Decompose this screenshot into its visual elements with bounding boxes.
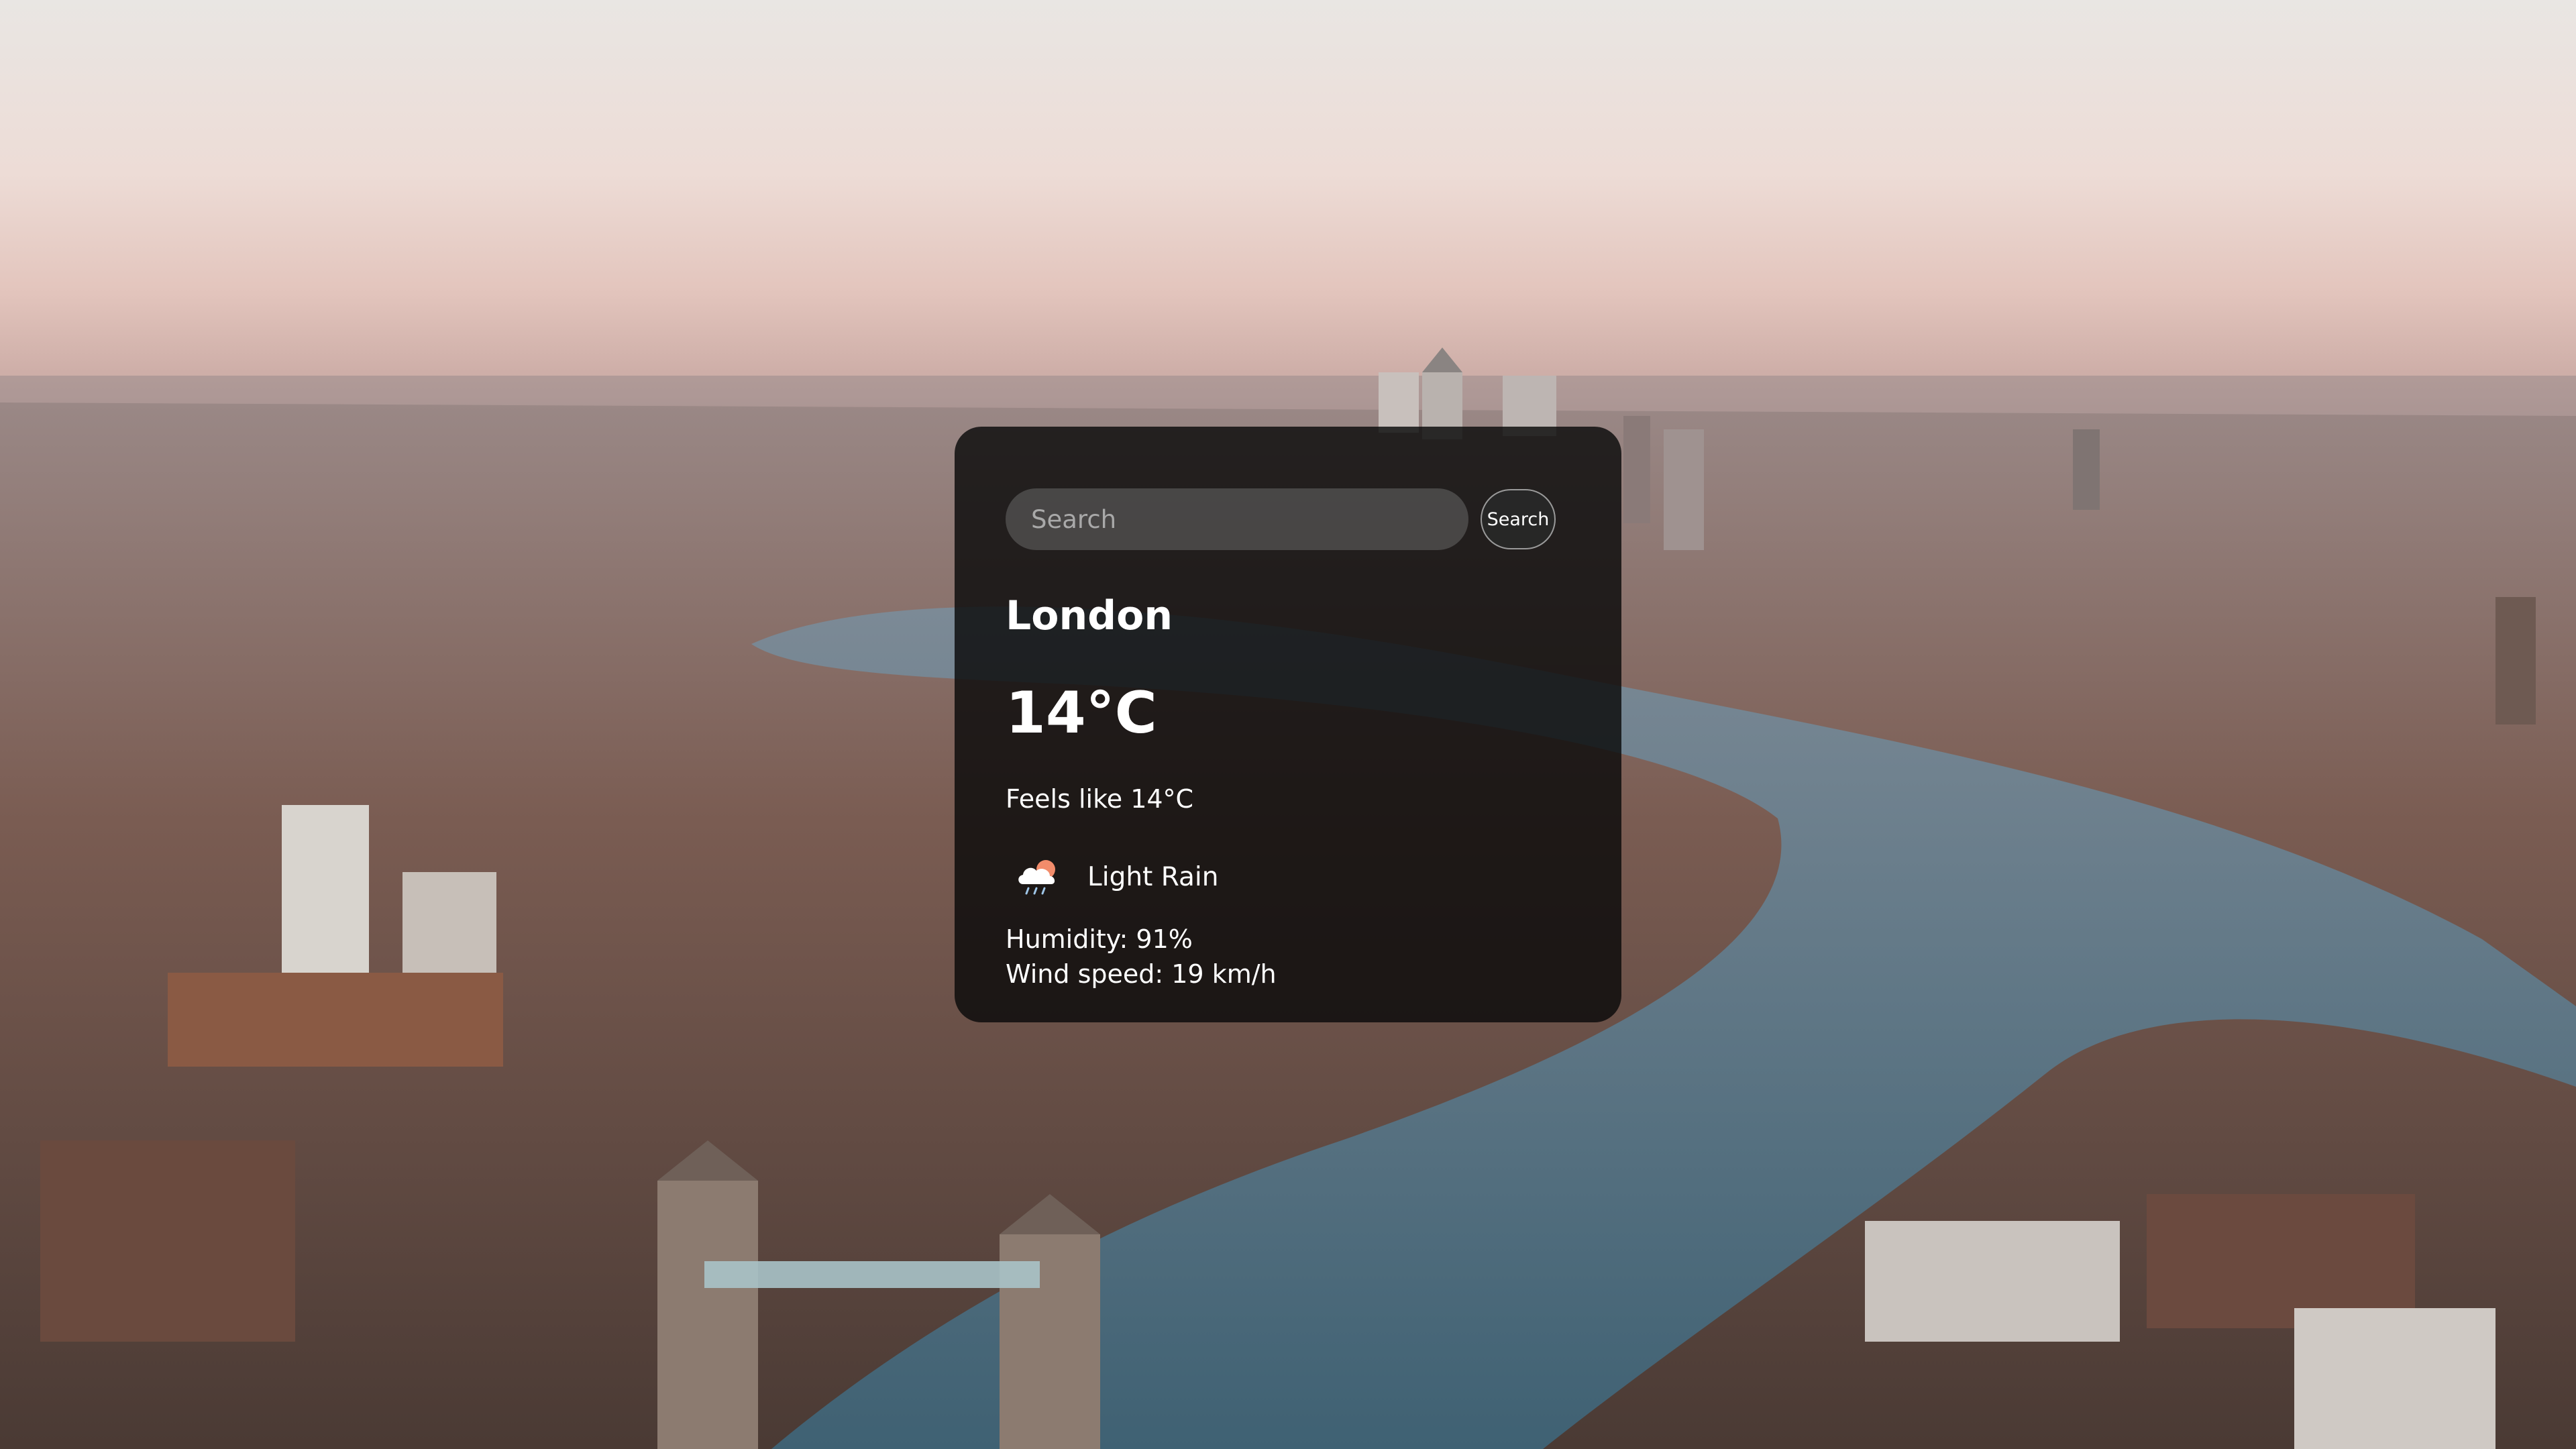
city-name: London [1006, 592, 1173, 639]
condition-row: Light Rain [1006, 853, 1557, 900]
search-input[interactable] [1006, 488, 1468, 550]
search-button[interactable]: Search [1481, 489, 1556, 549]
temperature: 14°C [1006, 680, 1157, 747]
weather-condition: Light Rain [1087, 861, 1219, 892]
humidity: Humidity: 91% [1006, 924, 1193, 954]
wind-speed: Wind speed: 19 km/h [1006, 959, 1277, 989]
cloud-rain-sun-icon [1018, 860, 1055, 895]
search-bar: Search [1006, 488, 1557, 550]
weather-card: Search London 14°C Feels like 14°C Light… [955, 427, 1621, 1022]
feels-like: Feels like 14°C [1006, 784, 1194, 814]
